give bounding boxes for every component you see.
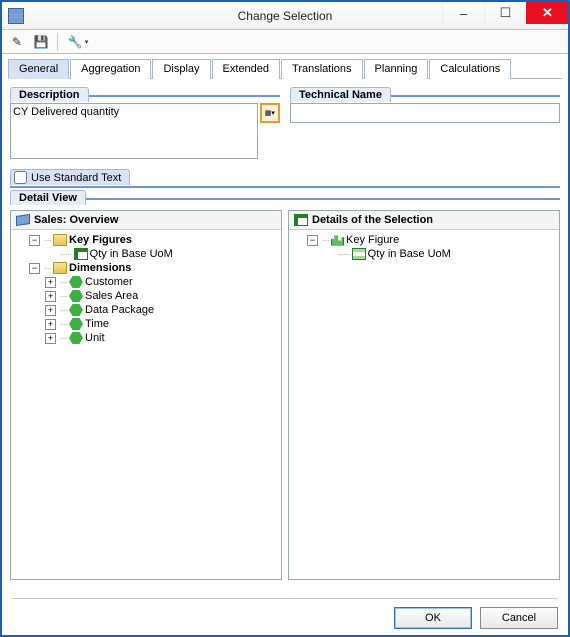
tree-connector: ··· bbox=[60, 319, 67, 330]
detail-view-label: Detail View bbox=[10, 190, 86, 205]
sales-area-label: Sales Area bbox=[85, 290, 138, 302]
tree-node-unit[interactable]: + ··· Unit bbox=[45, 331, 279, 345]
dimension-icon bbox=[69, 276, 83, 288]
expand-icon[interactable]: + bbox=[45, 305, 56, 316]
collapse-icon[interactable]: − bbox=[29, 263, 40, 274]
tree-node-data-package[interactable]: + ··· Data Package bbox=[45, 303, 279, 317]
dimension-icon bbox=[69, 318, 83, 330]
use-standard-text-checkbox[interactable] bbox=[14, 171, 27, 184]
tree-connector: ····· bbox=[60, 249, 72, 260]
tab-translations[interactable]: Translations bbox=[281, 59, 363, 79]
description-group: Description ▦▾ bbox=[10, 95, 280, 159]
save-button[interactable]: 💾 bbox=[30, 32, 52, 52]
cancel-button[interactable]: Cancel bbox=[480, 607, 558, 629]
wrench-icon: 🔧 bbox=[68, 35, 83, 49]
toolbar-separator bbox=[57, 33, 58, 51]
sheet-icon bbox=[294, 214, 308, 226]
tree-connector: ··· bbox=[44, 263, 51, 274]
tab-display[interactable]: Display bbox=[152, 59, 210, 79]
value-help-icon: ▦▾ bbox=[265, 109, 275, 117]
tree-node-sales-area[interactable]: + ··· Sales Area bbox=[45, 289, 279, 303]
tree-connector: ··· bbox=[60, 291, 67, 302]
use-standard-text-label: Use Standard Text bbox=[31, 172, 121, 184]
tree-node-key-figure[interactable]: − ··· Key Figure bbox=[307, 233, 557, 247]
selection-details-tree[interactable]: − ··· Key Figure ····· Qty in Base UoM bbox=[289, 230, 559, 264]
key-figures-label: Key Figures bbox=[69, 234, 132, 246]
tab-calculations[interactable]: Calculations bbox=[429, 59, 511, 79]
infoprovider-pane: Sales: Overview − ··· Key Figures bbox=[10, 210, 282, 580]
toolbar: ✎ 💾 🔧▾ bbox=[2, 30, 568, 54]
description-label: Description bbox=[10, 87, 89, 102]
expand-icon[interactable]: + bbox=[45, 277, 56, 288]
tab-planning[interactable]: Planning bbox=[364, 59, 429, 79]
technical-name-group: Technical Name bbox=[290, 95, 560, 123]
tree-connector: ····· bbox=[338, 249, 350, 260]
infoprovider-header: Sales: Overview bbox=[11, 211, 281, 230]
tree-connector: ··· bbox=[44, 235, 51, 246]
selected-qty-base-uom-label: Qty in Base UoM bbox=[368, 248, 451, 260]
maximize-button[interactable]: ☐ bbox=[484, 2, 526, 24]
time-label: Time bbox=[85, 318, 109, 330]
description-value-help-button[interactable]: ▦▾ bbox=[260, 103, 280, 123]
expand-icon[interactable]: + bbox=[45, 319, 56, 330]
dialog-footer: OK Cancel bbox=[12, 598, 558, 629]
tree-connector: ··· bbox=[60, 277, 67, 288]
selected-key-figure-icon bbox=[352, 248, 366, 260]
technical-name-label: Technical Name bbox=[290, 87, 391, 102]
tree-connector: ··· bbox=[60, 305, 67, 316]
ok-button[interactable]: OK bbox=[394, 607, 472, 629]
titlebar: Change Selection – ☐ ✕ bbox=[2, 2, 568, 30]
selection-details-title: Details of the Selection bbox=[312, 214, 433, 226]
tree-node-key-figures[interactable]: − ··· Key Figures bbox=[29, 233, 279, 247]
dimensions-label: Dimensions bbox=[69, 262, 131, 274]
caret-down-icon: ▾ bbox=[85, 38, 89, 46]
tree-node-qty-base-uom[interactable]: ····· Qty in Base UoM bbox=[45, 247, 279, 261]
tree-node-selected-qty-base-uom[interactable]: ····· Qty in Base UoM bbox=[323, 247, 557, 261]
app-icon bbox=[8, 8, 24, 24]
tree-node-time[interactable]: + ··· Time bbox=[45, 317, 279, 331]
collapse-icon[interactable]: − bbox=[307, 235, 318, 246]
save-icon: 💾 bbox=[34, 35, 49, 49]
tab-general[interactable]: General bbox=[8, 59, 69, 79]
qty-base-uom-label: Qty in Base UoM bbox=[90, 248, 173, 260]
tab-extended[interactable]: Extended bbox=[212, 59, 280, 79]
expand-icon[interactable]: + bbox=[45, 291, 56, 302]
dimension-icon bbox=[69, 290, 83, 302]
tree-connector: ··· bbox=[60, 333, 67, 344]
data-package-label: Data Package bbox=[85, 304, 154, 316]
close-button[interactable]: ✕ bbox=[526, 2, 568, 24]
key-figure-label: Key Figure bbox=[346, 234, 399, 246]
tree-connector: ··· bbox=[322, 235, 329, 246]
minimize-button[interactable]: – bbox=[442, 2, 484, 24]
detail-view-group: Detail View Sales: Overview − ··· Key Fi… bbox=[10, 198, 560, 580]
description-textarea[interactable] bbox=[10, 103, 258, 159]
tab-aggregation[interactable]: Aggregation bbox=[70, 59, 151, 79]
wand-button[interactable]: ✎ bbox=[6, 32, 28, 52]
technical-name-input[interactable] bbox=[290, 103, 560, 123]
unit-label: Unit bbox=[85, 332, 105, 344]
key-figure-icon bbox=[74, 248, 88, 260]
cube-icon bbox=[16, 214, 30, 226]
customer-label: Customer bbox=[85, 276, 133, 288]
dimension-icon bbox=[69, 304, 83, 316]
infoprovider-title: Sales: Overview bbox=[34, 214, 118, 226]
dimension-icon bbox=[69, 332, 83, 344]
selection-details-header: Details of the Selection bbox=[289, 211, 559, 230]
tab-strip: General Aggregation Display Extended Tra… bbox=[2, 54, 568, 78]
infoprovider-tree[interactable]: − ··· Key Figures ····· Qty in Base UoM bbox=[11, 230, 281, 348]
tools-dropdown-button[interactable]: 🔧▾ bbox=[63, 32, 93, 52]
collapse-icon[interactable]: − bbox=[29, 235, 40, 246]
selection-details-pane: Details of the Selection − ··· Key Figur… bbox=[288, 210, 560, 580]
expand-icon[interactable]: + bbox=[45, 333, 56, 344]
wand-icon: ✎ bbox=[12, 35, 22, 49]
folder-icon bbox=[53, 234, 67, 246]
tree-node-customer[interactable]: + ··· Customer bbox=[45, 275, 279, 289]
use-standard-text-container[interactable]: Use Standard Text bbox=[10, 169, 130, 185]
key-figure-group-icon bbox=[331, 235, 344, 246]
tree-node-dimensions[interactable]: − ··· Dimensions bbox=[29, 261, 279, 275]
folder-icon bbox=[53, 262, 67, 274]
